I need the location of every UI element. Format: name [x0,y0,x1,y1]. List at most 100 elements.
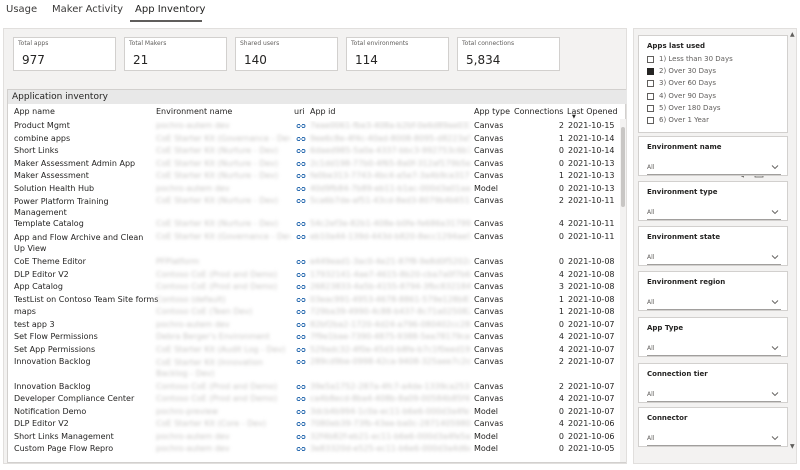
link-icon[interactable] [296,160,306,168]
link-icon[interactable] [296,296,306,304]
table-scrollbar[interactable] [620,119,626,462]
cell-app-id: 3dcb4b994-1c0a-ec11-b6e6-000d3a4fe5af [310,406,470,416]
kpi-value: 21 [133,53,149,67]
table-scrollbar-thumb[interactable] [621,127,625,207]
kpi-shared-users[interactable]: Shared users 140 [235,37,338,71]
kpi-total-makers[interactable]: Total Makers 21 [124,37,227,71]
link-icon[interactable] [296,122,306,130]
slicer-title: Connection tier [647,370,708,378]
cell-app-id: 03eac991-4953-4678-8861-579e128b833 [310,294,470,304]
link-icon[interactable] [296,321,306,329]
cell-environment-name: pochro-autem dev [156,183,230,193]
sort-descending-icon[interactable]: ▼ [572,114,576,120]
link-icon[interactable] [296,420,306,428]
chevron-down-icon[interactable] [771,298,779,306]
app-type-dropdown[interactable]: All [647,342,781,356]
cell-connections: 0 [558,319,564,329]
slicer-app-type: App Type All [638,317,788,357]
chevron-down-icon[interactable] [771,434,779,442]
link-icon[interactable] [296,135,306,143]
checkbox[interactable] [647,92,654,100]
cell-connections: 0 [558,444,564,453]
slicer-option-label: 1) Less than 30 Days [659,55,733,63]
connection-tier-dropdown[interactable]: All [647,388,781,402]
environment-region-dropdown[interactable]: All [647,296,781,310]
column-header-app-id[interactable]: App id [310,107,335,116]
checkbox[interactable] [647,104,654,112]
link-icon[interactable] [296,346,306,354]
chevron-down-icon[interactable] [771,253,779,261]
environment-state-dropdown[interactable]: All [647,251,781,265]
tab-maker-activity[interactable]: Maker Activity [52,4,123,15]
slicer-apps-last-used: Apps last used 1) Less than 30 Days 2) Ov… [638,35,788,133]
cell-environment-name: pochro-preview [156,406,219,416]
chevron-down-icon[interactable] [771,208,779,216]
column-header-uri[interactable]: uri [294,107,305,116]
link-icon[interactable] [296,233,306,241]
checkbox[interactable] [647,117,654,124]
connector-dropdown[interactable]: All [647,432,781,446]
kpi-total-apps[interactable]: Total apps 977 [13,37,116,71]
scroll-down-icon[interactable]: ▼ [790,443,795,450]
chevron-down-icon[interactable] [771,163,779,171]
slicer-option[interactable]: 4) Over 90 Days [647,92,787,102]
link-icon[interactable] [296,408,306,416]
cell-app-name: App and Flow Archive and Clean Up View [14,232,144,253]
tab-usage[interactable]: Usage [6,4,37,15]
cell-last-opened: 2021-10-11 [568,196,615,205]
link-icon[interactable] [296,395,306,403]
kpi-total-environments[interactable]: Total environments 114 [346,37,449,71]
link-icon[interactable] [296,258,306,266]
link-icon[interactable] [296,308,306,316]
link-icon[interactable] [296,220,306,228]
checkbox[interactable] [647,80,654,88]
kpi-value: 114 [355,53,378,67]
cell-app-type: Canvas [474,394,504,403]
slicer-option[interactable]: 3) Over 60 Days [647,79,787,89]
column-header-environment-name[interactable]: Environment name [156,107,232,116]
link-icon[interactable] [296,185,306,193]
chevron-down-icon[interactable] [771,390,779,398]
link-icon[interactable] [296,283,306,291]
slicer-option[interactable]: 6) Over 1 Year [647,116,787,126]
tab-app-inventory[interactable]: App Inventory [135,4,205,15]
environment-name-dropdown[interactable]: All [647,161,781,175]
chevron-down-icon[interactable] [771,344,779,352]
cell-environment-name: CoE Starter Kit (Nurture - Dev) [156,146,279,155]
link-icon[interactable] [296,445,306,453]
cell-app-type: Canvas [474,196,504,205]
link-icon[interactable] [296,197,306,205]
slicer-option[interactable]: 5) Over 180 Days [647,104,787,114]
cell-app-id: 32f4b82f-eb21-ec11-b6e6-000d3a4fe5af [310,431,470,441]
column-header-app-type[interactable]: App type [474,107,510,116]
link-icon[interactable] [296,333,306,341]
column-header-connections[interactable]: Connections [514,107,563,116]
column-header-app-name[interactable]: App name [14,107,55,116]
cell-app-type: Canvas [474,133,504,143]
cell-connections: 0 [558,158,564,168]
link-icon[interactable] [296,271,306,279]
cell-environment-name: Contoso CoE (Prod and Demo) [156,269,278,279]
cell-connections: 2 [558,381,564,391]
cell-connections: 0 [558,146,564,155]
link-icon[interactable] [296,383,306,391]
checkbox[interactable] [647,56,654,63]
scroll-up-icon[interactable]: ▲ [790,31,795,38]
environment-type-dropdown[interactable]: All [647,206,781,220]
link-icon[interactable] [296,172,306,180]
kpi-total-connections[interactable]: Total connections 5,834 [457,37,560,71]
cell-app-type: Canvas [474,219,504,228]
cell-connections: 4 [558,419,564,428]
checkbox[interactable] [647,68,654,76]
link-icon[interactable] [296,358,306,366]
application-inventory-table[interactable]: Application inventory App name Environme… [7,89,627,463]
cell-app-id: 39e5a1752-287a-4fc7-a4de-1339ca2536ca [310,381,470,391]
dropdown-value: All [647,345,655,352]
cell-app-id: 82bf2ba2-1720-4d24-a796-080402cc2858 [310,319,470,329]
slicer-option[interactable]: 2) Over 30 Days [647,67,787,77]
slicer-option-label: 6) Over 1 Year [659,116,709,124]
cell-app-type: Canvas [474,231,504,241]
link-icon[interactable] [296,433,306,441]
slicer-option[interactable]: 1) Less than 30 Days [647,55,787,65]
link-icon[interactable] [296,147,306,155]
